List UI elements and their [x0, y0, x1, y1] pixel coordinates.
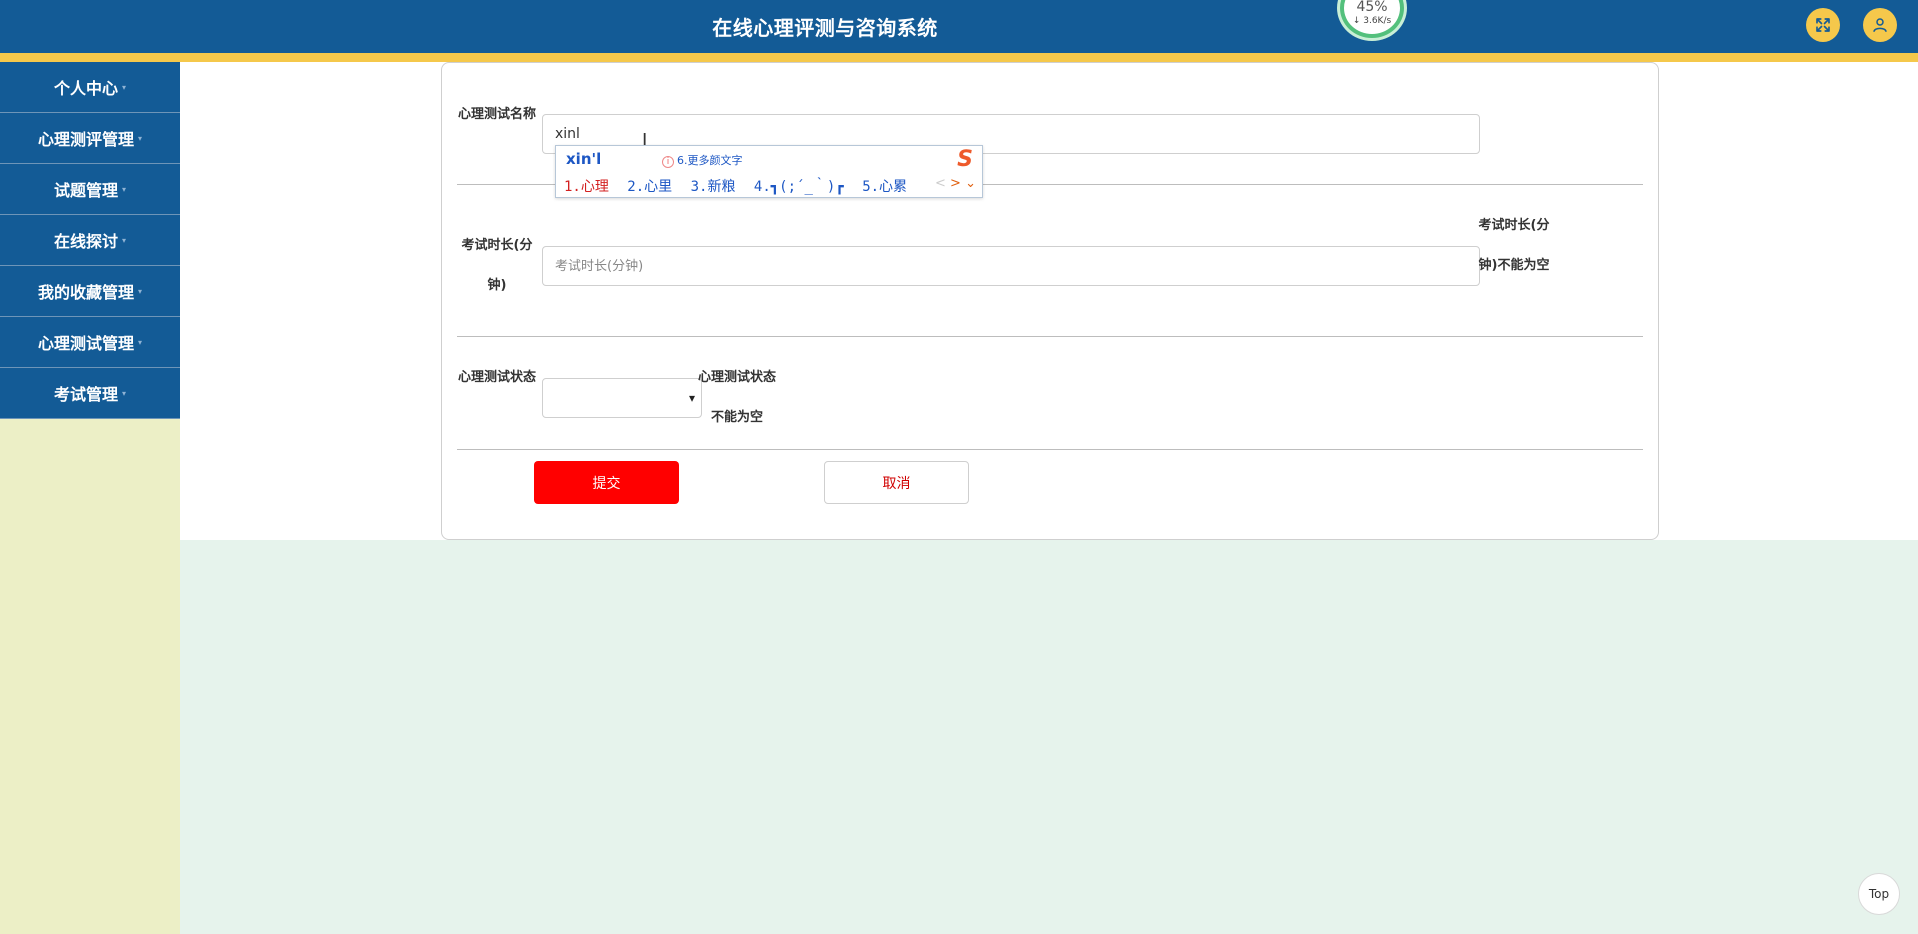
sidebar-item-label: 试题管理: [53, 181, 118, 200]
ime-tip-number: 6.: [677, 154, 688, 167]
sidebar-item-favorites[interactable]: 我的收藏管理 ▾: [0, 266, 180, 317]
sidebar-item-questions[interactable]: 试题管理 ▾: [0, 164, 180, 215]
back-to-top-button[interactable]: Top: [1858, 873, 1900, 915]
network-speed: ↓ 3.6K/s: [1352, 16, 1392, 26]
caret-down-icon: ▾: [122, 82, 127, 92]
info-icon: i: [662, 156, 674, 168]
sidebar-item-exams[interactable]: 考试管理 ▾: [0, 368, 180, 419]
header-stripe: [0, 53, 1918, 62]
sidebar-item-label: 个人中心: [53, 79, 118, 98]
fullscreen-button[interactable]: [1806, 8, 1840, 42]
ime-logo-icon: S: [957, 147, 973, 172]
duration-input[interactable]: [542, 246, 1480, 286]
test-name-label: 心理测试名称: [457, 107, 536, 122]
ime-navigation: < > ⌄: [935, 176, 976, 191]
ime-candidate-popup: xin'l i 6.更多颜文字 S 1.心理 2.心里 3.新粮 4.┓(;´_｀…: [555, 145, 983, 198]
caret-down-icon: ▾: [122, 235, 127, 245]
caret-down-icon: ▾: [138, 337, 143, 347]
ime-candidate[interactable]: 1.心理: [564, 179, 609, 195]
ime-candidate[interactable]: 5.心累: [862, 179, 907, 195]
sidebar-item-label: 我的收藏管理: [37, 283, 134, 302]
chevron-down-icon[interactable]: ⌄: [965, 176, 976, 191]
divider: [457, 449, 1643, 450]
caret-down-icon: ▾: [138, 133, 143, 143]
caret-down-icon: ▾: [138, 286, 143, 296]
status-error-text: 心理测试状态不能为空: [697, 370, 776, 425]
status-label: 心理测试状态: [457, 370, 536, 385]
sidebar-item-label: 在线探讨: [53, 232, 118, 251]
ime-candidate[interactable]: 4.┓(;´_｀)┏: [754, 179, 844, 195]
caret-down-icon: ▾: [122, 184, 127, 194]
cancel-button[interactable]: 取消: [824, 461, 969, 504]
duration-label: 考试时长(分钟): [461, 238, 533, 293]
network-percent: 45%: [1356, 0, 1388, 15]
chevron-right-icon[interactable]: >: [950, 176, 961, 191]
divider: [457, 336, 1643, 337]
user-menu-button[interactable]: [1863, 8, 1897, 42]
ime-tip-text: 更多颜文字: [687, 154, 743, 167]
ime-tip[interactable]: i 6.更多颜文字: [662, 152, 743, 168]
sidebar-item-label: 心理测试管理: [37, 334, 134, 353]
expand-icon: [1816, 18, 1830, 32]
user-icon: [1873, 18, 1887, 32]
caret-down-icon: ▾: [122, 388, 127, 398]
sidebar: 个人中心 ▾ 心理测评管理 ▾ 试题管理 ▾ 在线探讨 ▾ 我的收藏管理 ▾ 心理测试管理…: [0, 62, 180, 934]
duration-error-text: 考试时长(分钟)不能为空: [1478, 218, 1550, 273]
sidebar-item-online-discussion[interactable]: 在线探讨 ▾: [0, 215, 180, 266]
top-header: 在线心理评测与咨询系统 45% ↓ 3.6K/s: [0, 0, 1918, 53]
ime-candidate[interactable]: 3.新粮: [691, 179, 736, 195]
ime-candidate[interactable]: 2.心里: [627, 179, 672, 195]
chevron-left-icon[interactable]: <: [935, 176, 946, 191]
submit-button[interactable]: 提交: [534, 461, 679, 504]
sidebar-item-psych-assessment[interactable]: 心理测评管理 ▾: [0, 113, 180, 164]
ime-candidates: 1.心理 2.心里 3.新粮 4.┓(;´_｀)┏ 5.心累: [564, 176, 917, 196]
chevron-down-icon: ▾: [688, 391, 695, 405]
sidebar-item-label: 心理测评管理: [37, 130, 134, 149]
status-select[interactable]: ▾: [542, 378, 702, 418]
sidebar-item-label: 考试管理: [53, 385, 118, 404]
ime-pinyin-text: xin'l: [566, 150, 602, 168]
sidebar-item-psych-test[interactable]: 心理测试管理 ▾: [0, 317, 180, 368]
sidebar-item-personal-center[interactable]: 个人中心 ▾: [0, 62, 180, 113]
